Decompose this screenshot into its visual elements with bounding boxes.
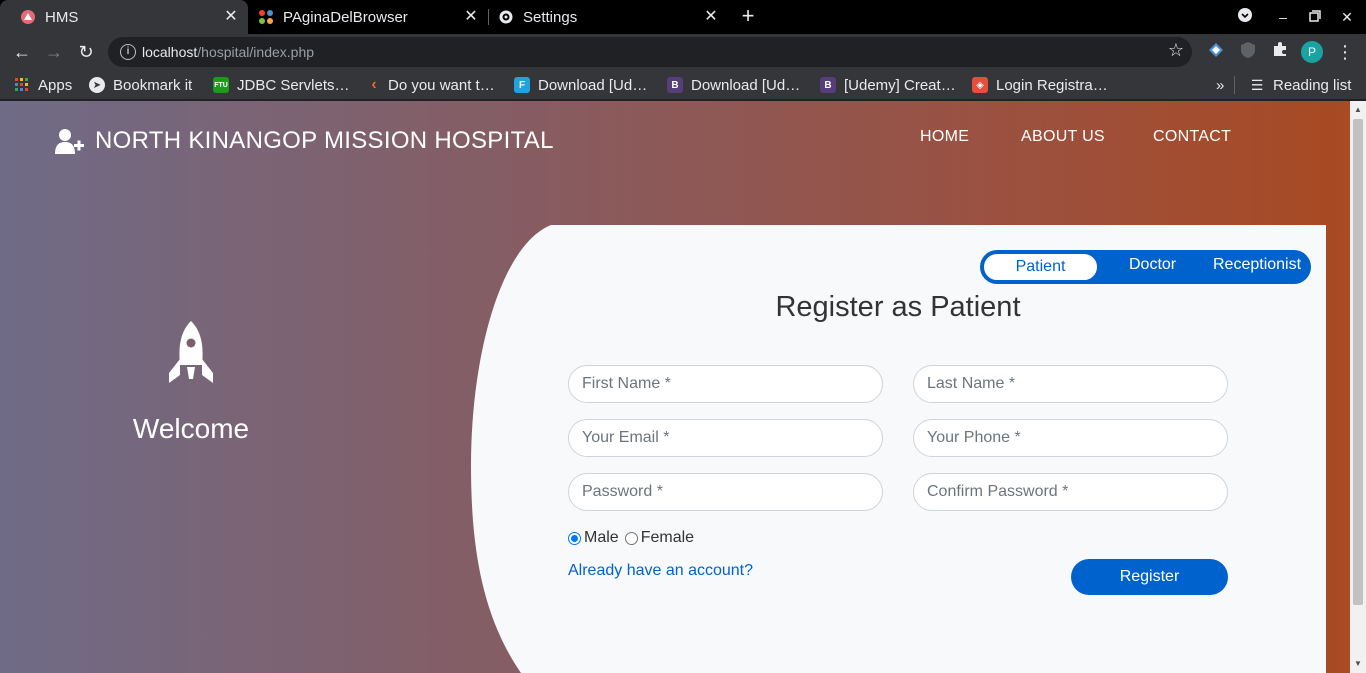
role-patient-tab[interactable]: Patient xyxy=(983,253,1098,281)
bookmark-label: Bookmark it xyxy=(113,76,193,94)
tab-title: Settings xyxy=(523,8,578,26)
f-icon: F xyxy=(514,77,530,93)
apps-grid-icon xyxy=(14,77,30,93)
tab-title: PAginaDelBrowser xyxy=(283,8,408,26)
reading-list-button[interactable]: ☰ Reading list xyxy=(1234,76,1351,94)
hms-favicon-icon xyxy=(20,9,36,25)
b-icon: B xyxy=(667,77,683,93)
scroll-up-arrow-icon[interactable]: ▲ xyxy=(1354,105,1362,114)
bookmark-do-you-want[interactable]: ‹ Do you want t… xyxy=(368,76,495,94)
bookmark-label: Download [Ud… xyxy=(538,76,648,94)
bookmark-label: JDBC Servlets… xyxy=(237,76,350,94)
scroll-down-arrow-icon[interactable]: ▼ xyxy=(1354,659,1362,668)
tab-hms[interactable]: HMS ✕ xyxy=(0,0,248,34)
gear-icon xyxy=(498,9,514,25)
reading-list-label: Reading list xyxy=(1273,76,1352,94)
b-icon: B xyxy=(820,77,836,93)
bookmarks-bar: Apps ➤ Bookmark it FTU JDBC Servlets… ‹ … xyxy=(0,70,1366,100)
site-info-icon[interactable]: i xyxy=(120,44,136,60)
nav-about-us[interactable]: ABOUT US xyxy=(1021,128,1105,146)
brand-name: NORTH KINANGOP MISSION HOSPITAL xyxy=(95,127,554,154)
back-arrow-icon[interactable]: ← xyxy=(10,40,34,64)
bookmark-label: Login Registra… xyxy=(996,76,1108,94)
codepen-icon: ◈ xyxy=(972,77,988,93)
role-toggle: Patient Doctor Receptionist xyxy=(980,250,1311,284)
male-radio[interactable] xyxy=(568,531,581,545)
bookmark-login-registration[interactable]: ◈ Login Registra… xyxy=(972,76,1108,94)
minimize-icon[interactable]: – xyxy=(1273,7,1293,27)
close-tab-icon[interactable]: ✕ xyxy=(462,8,480,26)
tab-paginadelbrowser[interactable]: PAginaDelBrowser ✕ xyxy=(248,0,488,34)
bookmark-udemy[interactable]: B [Udemy] Creat… xyxy=(820,76,956,94)
confirm-password-field[interactable] xyxy=(913,473,1228,511)
new-tab-button[interactable]: + xyxy=(737,5,759,27)
more-bookmarks-button[interactable]: » xyxy=(1216,76,1224,94)
password-field[interactable] xyxy=(568,473,883,511)
shield-icon[interactable] xyxy=(1237,41,1259,63)
scrollbar-thumb[interactable] xyxy=(1353,119,1363,605)
role-receptionist-tab[interactable]: Receptionist xyxy=(1213,256,1301,274)
bookmark-star-icon[interactable]: ☆ xyxy=(1168,40,1184,61)
bookmark-bookmark-it[interactable]: ➤ Bookmark it xyxy=(89,76,192,94)
female-label[interactable]: Female xyxy=(641,529,694,547)
menu-kebab-icon[interactable]: ⋮ xyxy=(1333,40,1357,64)
phone-field[interactable] xyxy=(913,419,1228,457)
form-heading: Register as Patient xyxy=(775,291,1021,323)
page-scrollbar[interactable]: ▲ ▼ xyxy=(1350,101,1366,673)
close-tab-icon[interactable]: ✕ xyxy=(702,8,720,26)
gender-radio-group: Male Female xyxy=(567,529,694,547)
login-link[interactable]: Already have an account? xyxy=(568,562,753,580)
profile-avatar[interactable]: P xyxy=(1301,41,1323,63)
welcome-text: Welcome xyxy=(132,413,250,444)
role-doctor-tab[interactable]: Doctor xyxy=(1129,256,1176,274)
url-path: /hospital/index.php xyxy=(197,44,315,60)
chevron-icon: ‹ xyxy=(371,76,377,93)
close-tab-icon[interactable]: ✕ xyxy=(222,8,240,26)
user-plus-icon xyxy=(55,128,85,154)
forward-arrow-icon[interactable]: → xyxy=(42,40,66,64)
bookmark-label: Download [Ud… xyxy=(691,76,801,94)
address-bar[interactable]: i localhost/hospital/index.php ☆ xyxy=(108,37,1192,67)
url-text[interactable]: localhost/hospital/index.php xyxy=(142,44,314,60)
female-radio[interactable] xyxy=(624,531,638,545)
browser-toolbar: ← → ↻ i localhost/hospital/index.php ☆ P… xyxy=(0,34,1366,70)
extension-puzzle-blue-icon[interactable] xyxy=(1205,41,1227,63)
url-host: localhost xyxy=(142,44,198,60)
reading-list-icon: ☰ xyxy=(1250,76,1264,93)
nav-home[interactable]: HOME xyxy=(920,128,969,146)
bookmark-jdbc[interactable]: FTU JDBC Servlets… xyxy=(213,76,350,94)
bookmark-label: Do you want t… xyxy=(388,76,495,94)
tab-title: HMS xyxy=(45,8,79,26)
site-brand[interactable]: NORTH KINANGOP MISSION HOSPITAL xyxy=(55,127,554,155)
bookmark-it-icon: ➤ xyxy=(89,77,105,93)
restore-icon[interactable] xyxy=(1305,7,1325,27)
register-button[interactable]: Register xyxy=(1071,559,1228,595)
bookmark-label: Apps xyxy=(38,76,73,94)
rocket-icon xyxy=(166,321,216,385)
male-label[interactable]: Male xyxy=(584,529,619,547)
page-viewport: NORTH KINANGOP MISSION HOSPITAL HOME ABO… xyxy=(0,101,1350,673)
last-name-field[interactable] xyxy=(913,365,1228,403)
tab-search-icon[interactable] xyxy=(1235,7,1255,27)
reload-icon[interactable]: ↻ xyxy=(74,40,98,64)
bookmark-apps[interactable]: Apps xyxy=(14,76,72,94)
tab-settings[interactable]: Settings ✕ xyxy=(488,0,728,34)
browser-tab-bar: HMS ✕ PAginaDelBrowser ✕ Settings ✕ + – … xyxy=(0,0,1366,34)
bookmark-label: [Udemy] Creat… xyxy=(844,76,956,94)
ftu-icon: FTU xyxy=(213,77,229,93)
bookmark-download-1[interactable]: F Download [Ud… xyxy=(514,76,647,94)
email-field[interactable] xyxy=(568,419,883,457)
joomla-favicon-icon xyxy=(258,9,274,25)
close-window-icon[interactable]: ✕ xyxy=(1337,7,1357,27)
first-name-field[interactable] xyxy=(568,365,883,403)
extensions-puzzle-icon[interactable] xyxy=(1269,41,1291,63)
nav-contact[interactable]: CONTACT xyxy=(1153,128,1231,146)
bookmark-download-2[interactable]: B Download [Ud… xyxy=(667,76,800,94)
